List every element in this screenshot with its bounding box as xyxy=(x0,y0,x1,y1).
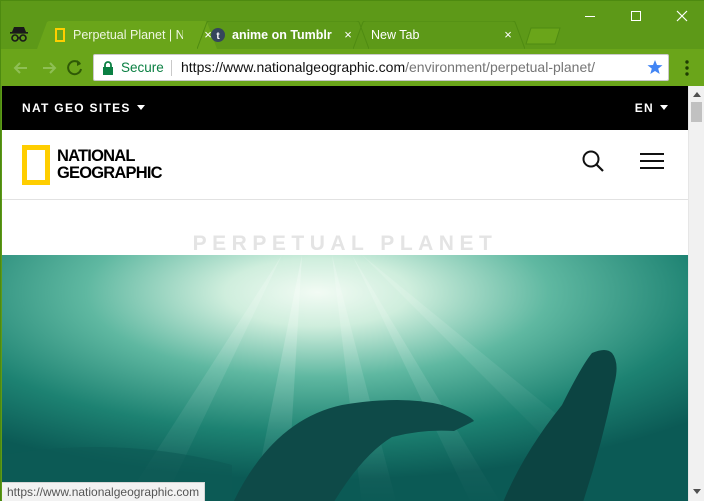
logo-wordmark: NATIONAL GEOGRAPHIC xyxy=(57,147,163,182)
vertical-scrollbar[interactable] xyxy=(688,86,704,501)
divider xyxy=(171,60,172,76)
scrollbar-thumb[interactable] xyxy=(691,102,702,122)
browser-window: Perpetual Planet | N × t anime on Tumblr… xyxy=(0,0,704,501)
browser-toolbar: Secure https://www.nationalgeographic.co… xyxy=(1,49,704,86)
tab-label: Perpetual Planet | N xyxy=(73,28,183,42)
caret-down-icon xyxy=(136,105,145,110)
maximize-button[interactable] xyxy=(613,1,659,31)
tab-label: New Tab xyxy=(371,28,420,42)
minimize-icon xyxy=(585,16,595,17)
reload-icon[interactable] xyxy=(65,58,85,78)
close-icon xyxy=(676,10,688,22)
address-bar[interactable]: Secure https://www.nationalgeographic.co… xyxy=(93,54,669,81)
page-viewport: NAT GEO SITES EN NATIONAL GEOGRAPHIC PER… xyxy=(2,86,688,501)
tumblr-icon: t xyxy=(211,28,225,42)
maximize-icon xyxy=(631,11,641,21)
natgeo-favicon-icon xyxy=(55,28,65,42)
site-header: NATIONAL GEOGRAPHIC xyxy=(2,130,688,200)
hero-image-underwater-sea-lions xyxy=(2,255,688,501)
logo-line-1: NATIONAL xyxy=(57,147,135,165)
language-label: EN xyxy=(634,101,654,115)
lock-icon xyxy=(103,61,113,75)
new-tab-button[interactable] xyxy=(525,27,561,45)
scroll-down-arrow-icon[interactable] xyxy=(693,489,701,495)
nat-geo-sites-label: NAT GEO SITES xyxy=(22,101,131,115)
language-selector[interactable]: EN xyxy=(635,101,668,115)
tab-new-tab[interactable]: New Tab × xyxy=(353,21,525,49)
forward-arrow-icon[interactable] xyxy=(39,58,59,78)
nat-geo-sites-menu[interactable]: NAT GEO SITES xyxy=(22,101,145,115)
tab-perpetual-planet[interactable]: Perpetual Planet | N × xyxy=(37,21,217,49)
close-tab-icon[interactable]: × xyxy=(501,27,515,42)
scroll-up-arrow-icon[interactable] xyxy=(693,91,701,97)
tab-anime-tumblr[interactable]: t anime on Tumblr × xyxy=(197,21,369,49)
caret-down-icon xyxy=(660,105,668,110)
yellow-border-logo-icon xyxy=(22,145,50,185)
status-bar-url: https://www.nationalgeographic.com xyxy=(2,482,206,501)
search-icon[interactable] xyxy=(581,149,605,173)
section-title: PERPETUAL PLANET xyxy=(192,232,498,255)
tab-strip: Perpetual Planet | N × t anime on Tumblr… xyxy=(1,1,704,49)
url-host: https://www.nationalgeographic.com xyxy=(181,59,406,75)
bookmark-star-icon[interactable] xyxy=(647,59,663,75)
url-path: /environment/perpetual-planet/ xyxy=(405,59,596,75)
incognito-icon xyxy=(10,27,28,42)
hamburger-menu-icon[interactable] xyxy=(640,152,664,170)
natgeo-top-bar: NAT GEO SITES EN xyxy=(2,86,688,130)
back-arrow-icon[interactable] xyxy=(11,58,31,78)
minimize-button[interactable] xyxy=(567,1,613,31)
browser-menu-icon[interactable] xyxy=(679,59,695,77)
url-text[interactable]: https://www.nationalgeographic.com/envir… xyxy=(181,59,595,75)
logo-line-2: GEOGRAPHIC xyxy=(57,164,163,182)
secure-label: Secure xyxy=(121,60,164,75)
tab-label: anime on Tumblr xyxy=(232,28,332,42)
close-window-button[interactable] xyxy=(659,1,704,31)
